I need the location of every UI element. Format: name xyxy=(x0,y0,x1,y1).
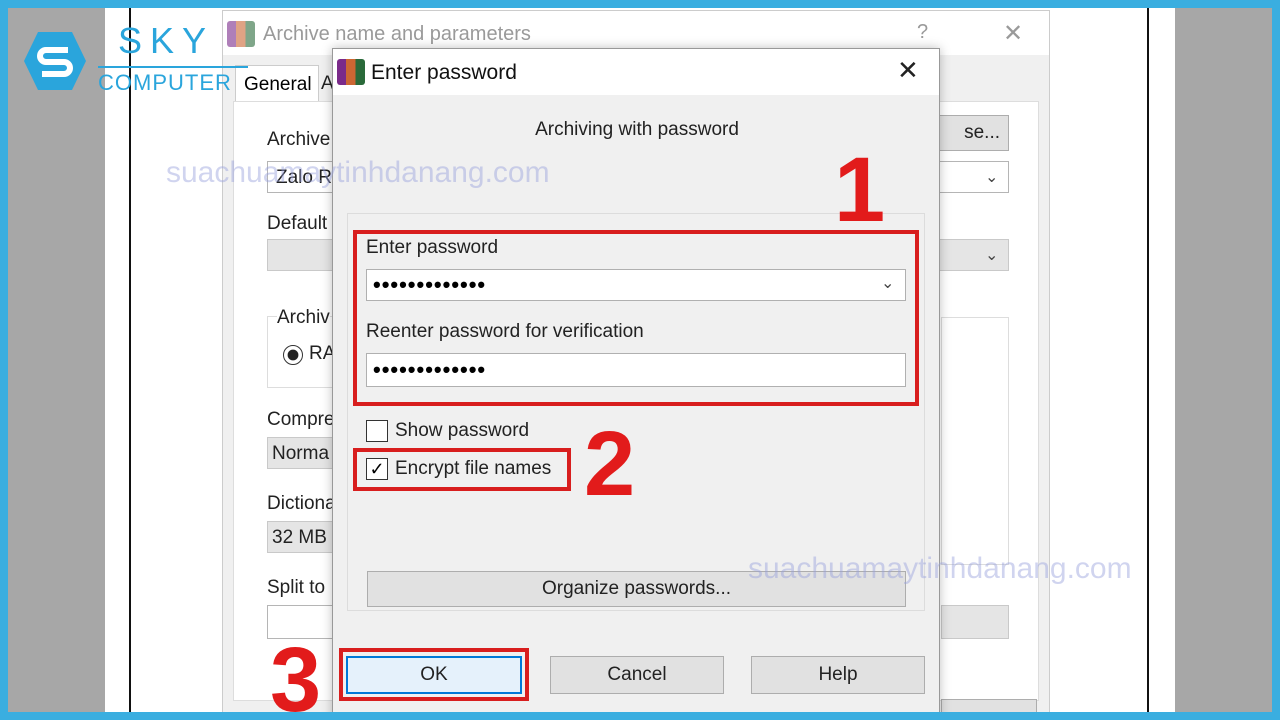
chevron-down-icon[interactable]: ⌄ xyxy=(881,273,894,293)
sky-computer-logo: SKY COMPUTER xyxy=(22,20,248,96)
right-margin xyxy=(1175,8,1272,712)
archive-format-label: Archiv xyxy=(277,307,330,329)
logo-rule xyxy=(98,66,248,68)
logo-sub: COMPUTER xyxy=(98,70,232,95)
screenshot-frame: Archive name and parameters ? ✕ General … xyxy=(8,8,1272,712)
title-bar: Enter password ✕ xyxy=(333,49,939,95)
cancel-button[interactable]: Cancel xyxy=(550,656,724,694)
watermark: suachuamaytinhdanang.com xyxy=(166,156,550,189)
archive-name-label: Archive xyxy=(267,129,331,150)
enter-password-input[interactable]: ••••••••••••• xyxy=(366,269,906,301)
winrar-icon xyxy=(337,59,365,85)
browse-button[interactable]: se... xyxy=(929,115,1009,151)
enter-password-label: Enter password xyxy=(366,237,499,258)
close-icon[interactable]: ✕ xyxy=(897,55,919,86)
reenter-password-input[interactable]: ••••••••••••• xyxy=(366,353,906,387)
options-group xyxy=(941,317,1009,565)
chevron-down-icon[interactable]: ⌄ xyxy=(985,245,998,265)
left-margin xyxy=(8,8,105,712)
encrypt-file-names-label: Encrypt file names xyxy=(395,458,552,479)
logo-icon xyxy=(24,32,86,90)
close-icon[interactable]: ✕ xyxy=(1003,19,1023,48)
dialog-title: Enter password xyxy=(371,61,517,84)
divider xyxy=(1147,8,1149,712)
dialog-subtitle: Archiving with password xyxy=(535,119,739,140)
radio-rar[interactable] xyxy=(283,345,303,365)
help-button[interactable] xyxy=(941,699,1037,712)
reenter-password-label: Reenter password for verification xyxy=(366,321,644,342)
show-password-label: Show password xyxy=(395,420,530,441)
tab-general[interactable]: General xyxy=(235,65,319,103)
step-number-2: 2 xyxy=(584,413,636,515)
help-button[interactable]: Help xyxy=(751,656,925,694)
chevron-down-icon[interactable]: ⌄ xyxy=(985,167,998,187)
set-password-button[interactable] xyxy=(941,605,1009,639)
step-number-1: 1 xyxy=(834,139,886,241)
divider xyxy=(129,8,131,712)
compression-label: Compre xyxy=(267,409,335,430)
watermark: suachuamaytinhdanang.com xyxy=(748,552,1132,585)
help-icon[interactable]: ? xyxy=(917,21,928,44)
step-number-3: 3 xyxy=(270,629,322,712)
show-password-checkbox[interactable] xyxy=(366,420,388,442)
split-label: Split to xyxy=(267,577,326,598)
ok-button[interactable]: OK xyxy=(346,656,522,694)
logo-brand: SKY xyxy=(118,20,215,61)
dictionary-label: Dictiona xyxy=(267,493,336,514)
window-title: Archive name and parameters xyxy=(263,23,531,45)
default-profile-label: Default xyxy=(267,213,328,234)
encrypt-file-names-checkbox[interactable]: ✓ xyxy=(366,458,388,480)
